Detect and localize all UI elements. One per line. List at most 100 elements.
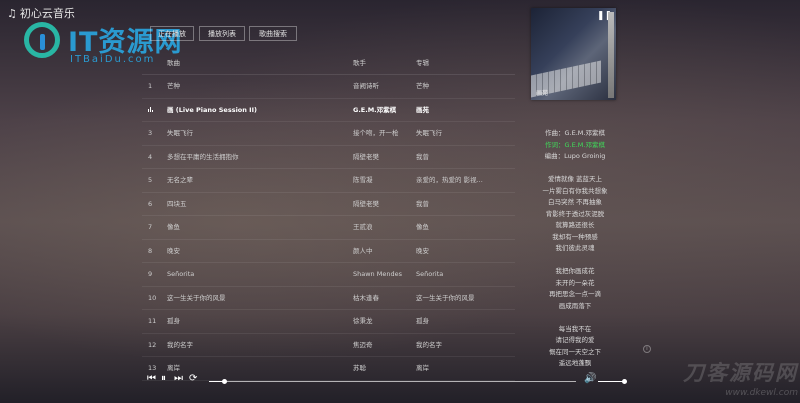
song-album: 我的名字: [416, 340, 442, 349]
progress-knob[interactable]: [221, 379, 227, 384]
skip-previous-icon[interactable]: ⏮: [147, 373, 156, 385]
song-row[interactable]: 9 Señorita Shawn Mendes Señorita: [142, 263, 515, 287]
song-title: 失眠飞行: [167, 129, 193, 137]
song-row[interactable]: 8 晚安 颜人中 晚安: [142, 240, 515, 263]
watermark-url: www.dkewl.com: [725, 388, 798, 398]
progress-bar[interactable]: [209, 379, 576, 384]
header-album: 专辑: [416, 59, 429, 67]
cover-caption: 画苑: [536, 90, 549, 97]
song-album: 画苑: [416, 105, 429, 114]
song-row[interactable]: 3 失眠飞行 接个吻，开一枪 失眠飞行: [142, 122, 515, 146]
song-album: 我曾: [416, 199, 429, 208]
song-row[interactable]: 7 像鱼 王贰浪 像鱼: [142, 216, 515, 240]
song-artist: 王贰浪: [353, 223, 373, 231]
lyric-line: 一片雾白有你我共想象: [542, 186, 608, 195]
song-artist: 颜人中: [353, 246, 373, 255]
song-album: 失眠飞行: [416, 129, 442, 137]
lyric-line: 请记得我的爱: [555, 336, 595, 344]
song-artist: 焦迈奇: [353, 340, 373, 349]
song-row[interactable]: 5 无名之辈 陈雪凝 亲爱的，热爱的 影视...: [142, 169, 515, 193]
volume-slider[interactable]: [598, 379, 627, 384]
song-number: 10: [148, 293, 157, 302]
lyric-line: 每当我不在: [558, 324, 592, 333]
lyrics-panel: 作曲：G.E.M.邓紫棋 作词：G.E.M.邓紫棋 编曲：Lupo Groinig 爱…: [520, 128, 630, 370]
song-number: 9: [148, 270, 153, 278]
song-title: 多想在平庸的生活拥抱你: [167, 152, 239, 161]
song-list: 歌曲 歌手 专辑 1 芒种 音阙诗听 芒种画 (Live Piano Session …: [142, 52, 515, 381]
lyric-line: 爱情就像 蓝蓝天上: [547, 175, 603, 183]
lyric-line: 我们彼此灵魂: [555, 244, 595, 252]
song-title: 这一生关于你的风景: [167, 293, 226, 302]
lyric-line: 就算路还很长: [555, 221, 595, 229]
song-title: 像鱼: [167, 223, 180, 231]
lyric-line: [520, 312, 630, 324]
lyric-line: 作曲：G.E.M.邓紫棋: [545, 129, 605, 137]
lyric-line: 慨在同一天空之下: [549, 347, 601, 356]
song-row[interactable]: 1 芒种 音阙诗听 芒种: [142, 75, 515, 99]
lyric-line: 编曲：Lupo Groinig: [544, 152, 606, 160]
song-title: 芒种: [167, 82, 180, 90]
lyric-line: 我却有一种预感: [552, 232, 598, 241]
song-album: 晚安: [416, 246, 429, 255]
song-title: 四块五: [167, 199, 187, 208]
song-number: 3: [148, 129, 153, 137]
song-album: 这一生关于你的风景: [416, 293, 475, 302]
song-title: 无名之辈: [167, 176, 193, 184]
lyric-line: [520, 255, 630, 267]
song-album: 芒种: [416, 82, 429, 90]
song-album: 孤身: [416, 317, 429, 325]
song-title: 晚安: [167, 246, 180, 255]
music-note-icon: ♫: [7, 7, 17, 20]
lyric-line: 再把思念一点一滴: [549, 290, 601, 298]
song-row[interactable]: 10 这一生关于你的风景 枯木逢春 这一生关于你的风景: [142, 287, 515, 310]
song-title: 画 (Live Piano Session II): [167, 105, 257, 114]
corner-watermark: 刀客源码网 www.dkewl.com: [668, 357, 798, 401]
song-number: 1: [148, 82, 153, 90]
pause-icon[interactable]: ⏸: [161, 373, 166, 385]
lyric-line: 作词：G.E.M.邓紫棋: [545, 140, 605, 149]
logo-power-icon: [24, 22, 60, 58]
watermark-title: 刀客源码网: [683, 361, 798, 385]
song-number: 7: [148, 223, 153, 231]
song-number: 11: [148, 317, 157, 325]
volume-fill: [598, 381, 624, 382]
song-row[interactable]: 6 四块五 隔壁老樊 我曾: [142, 193, 515, 216]
song-album: 像鱼: [416, 223, 429, 231]
song-artist: 隔壁老樊: [353, 152, 379, 161]
song-row[interactable]: 11 孤身 徐秉龙 孤身: [142, 310, 515, 334]
song-artist: 接个吻，开一枪: [353, 129, 399, 137]
volume-icon[interactable]: 🔊: [584, 373, 596, 385]
song-number: 12: [148, 340, 157, 349]
song-number: 5: [148, 176, 153, 184]
song-row[interactable]: 画 (Live Piano Session II) G.E.M.邓紫棋 画苑: [142, 99, 515, 122]
header-artist: 歌手: [353, 59, 366, 67]
song-album: 亲爱的，热爱的 影视...: [416, 176, 483, 184]
song-number: 8: [148, 246, 153, 255]
lyric-line: [520, 163, 630, 175]
tab-playlist[interactable]: 播放列表: [199, 26, 245, 41]
song-artist: 徐秉龙: [353, 317, 373, 325]
album-cover: ❚❚ 画苑: [531, 8, 616, 100]
song-artist: 隔壁老樊: [353, 199, 379, 208]
lyric-line: 白马突然 不再抽象: [547, 198, 603, 206]
header-title: 歌曲: [167, 59, 180, 67]
song-artist: G.E.M.邓紫棋: [353, 105, 397, 114]
tab-now-playing[interactable]: 正在播放: [150, 26, 194, 41]
skip-next-icon[interactable]: ⏭: [174, 373, 183, 385]
song-artist: Shawn Mendes: [353, 270, 402, 278]
lyric-line: 未开的一朵花: [555, 278, 595, 287]
playing-equalizer-icon: [148, 99, 166, 122]
song-title: Señorita: [167, 270, 195, 278]
song-row[interactable]: 4 多想在平庸的生活拥抱你 隔壁老樊 我曾: [142, 146, 515, 169]
song-row[interactable]: 12 我的名字 焦迈奇 我的名字: [142, 334, 515, 357]
list-header: 歌曲 歌手 专辑: [142, 52, 515, 75]
info-icon: i: [643, 345, 651, 353]
song-artist: 陈雪凝: [353, 176, 373, 184]
song-title: 孤身: [167, 317, 180, 325]
lyric-line: 背影终于透过灰泥脱: [545, 209, 605, 218]
song-number: 6: [148, 199, 153, 208]
loop-icon[interactable]: ⟳: [189, 373, 197, 385]
volume-knob[interactable]: [621, 379, 627, 384]
song-artist: 音阙诗听: [353, 82, 379, 90]
tab-song-search[interactable]: 歌曲搜索: [249, 26, 297, 41]
